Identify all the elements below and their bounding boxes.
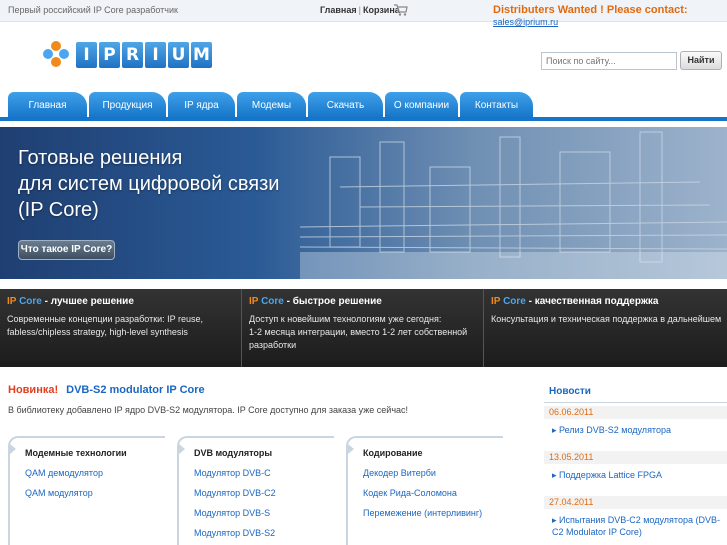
logo-flower-icon xyxy=(43,41,69,67)
category-modem-tech: Модемные технологии QAM демодулятор QAM … xyxy=(8,436,165,545)
logo-letter: P xyxy=(99,42,120,68)
category-title: DVB модуляторы xyxy=(194,448,273,458)
feature-support: IP Core - качественная поддержка Консуль… xyxy=(483,289,727,367)
feature-title: IP Core - лучшее решение xyxy=(7,296,134,307)
hero-headline: Готовые решения для систем цифровой связ… xyxy=(18,145,279,223)
hero-line-1: Готовые решения xyxy=(18,147,183,169)
tab-about[interactable]: О компании xyxy=(385,92,458,118)
news-date: 27.04.2011 xyxy=(544,496,727,509)
logo-letter: I xyxy=(76,42,97,68)
feature-desc: Современные концепции разработки: IP reu… xyxy=(7,314,204,337)
sidebar-news-item[interactable]: Поддержка Lattice FPGA xyxy=(552,469,722,481)
logo-letter: M xyxy=(191,42,212,68)
news-description: В библиотеку добавлено IP ядро DVB-S2 мо… xyxy=(8,405,409,415)
category-link[interactable]: Кодек Рида-Соломона xyxy=(363,488,457,498)
logo-letter: I xyxy=(145,42,166,68)
category-link[interactable]: Перемежение (интерливинг) xyxy=(363,508,482,518)
sidebar-news-title[interactable]: Новости xyxy=(549,386,591,397)
top-links: Главная | Корзина xyxy=(320,5,400,15)
new-label: Новинка! xyxy=(8,384,59,396)
news-date: 06.06.2011 xyxy=(544,406,727,419)
hero-line-3: (IP Core) xyxy=(18,199,99,221)
feature-best: IP Core - лучшее решение Современные кон… xyxy=(0,289,241,367)
feature-desc: Доступ к новейшим технологиям уже сегодн… xyxy=(249,314,468,350)
news-date: 13.05.2011 xyxy=(544,451,727,464)
tab-products[interactable]: Продукция xyxy=(89,92,166,118)
tab-modems[interactable]: Модемы xyxy=(237,92,306,118)
nav-underline xyxy=(0,117,727,121)
feature-desc: Консультация и техническая поддержка в д… xyxy=(491,314,722,324)
tab-contacts[interactable]: Контакты xyxy=(460,92,533,118)
sidebar-news-item[interactable]: Испытания DVB-C2 модулятора (DVB-C2 Modu… xyxy=(552,514,722,538)
top-bar: Первый российский IP Core разработчик Гл… xyxy=(0,0,727,27)
feature-title: IP Core - качественная поддержка xyxy=(491,296,659,307)
email-link[interactable]: sales@iprium.ru xyxy=(493,17,558,27)
tagline: Первый российский IP Core разработчик xyxy=(8,5,178,15)
main-nav: Главная Продукция IP ядра Модемы Скачать… xyxy=(8,92,533,118)
category-link[interactable]: Декодер Витерби xyxy=(363,468,436,478)
link-separator: | xyxy=(358,5,361,15)
category-link[interactable]: Модулятор DVB-S2 xyxy=(194,528,275,538)
search-button[interactable]: Найти xyxy=(680,51,722,70)
news-headline: Новинка! DVB-S2 modulator IP Core xyxy=(8,384,205,396)
divider xyxy=(544,402,727,403)
category-link[interactable]: QAM демодулятор xyxy=(25,468,103,478)
logo-wordmark: I P R I U M xyxy=(76,42,212,68)
search-input[interactable] xyxy=(541,52,677,70)
category-coding: Кодирование Декодер Витерби Кодек Рида-С… xyxy=(346,436,503,545)
tab-download[interactable]: Скачать xyxy=(308,92,383,118)
news-link[interactable]: DVB-S2 modulator IP Core xyxy=(66,384,205,396)
tab-home[interactable]: Главная xyxy=(8,92,87,118)
distributors-text: Distributers Wanted ! Please contact: xyxy=(493,4,688,16)
arrow-icon xyxy=(179,444,185,454)
hero-banner: Готовые решения для систем цифровой связ… xyxy=(0,127,727,279)
cart-icon[interactable] xyxy=(394,4,408,16)
distributors-notice: Distributers Wanted ! Please contact: sa… xyxy=(493,4,727,28)
category-link[interactable]: Модулятор DVB-C xyxy=(194,468,271,478)
category-dvb-modulators: DVB модуляторы Модулятор DVB-C Модулятор… xyxy=(177,436,334,545)
category-title: Кодирование xyxy=(363,448,423,458)
feature-fast: IP Core - быстрое решение Доступ к новей… xyxy=(241,289,483,367)
tab-ip-cores[interactable]: IP ядра xyxy=(168,92,235,118)
arrow-icon xyxy=(10,444,16,454)
what-is-ip-core-button[interactable]: Что такое IP Core? xyxy=(18,240,115,260)
hero-line-2: для систем цифровой связи xyxy=(18,173,280,195)
logo-letter: U xyxy=(168,42,189,68)
category-link[interactable]: Модулятор DVB-S xyxy=(194,508,270,518)
arrow-icon xyxy=(348,444,354,454)
feature-title: IP Core - быстрое решение xyxy=(249,296,382,307)
category-link[interactable]: QAM модулятор xyxy=(25,488,93,498)
sidebar-news-item[interactable]: Релиз DVB-S2 модулятора xyxy=(552,424,722,436)
category-title: Модемные технологии xyxy=(25,448,127,458)
features-strip: IP Core - лучшее решение Современные кон… xyxy=(0,289,727,367)
home-link[interactable]: Главная xyxy=(320,5,357,15)
category-link[interactable]: Модулятор DVB-C2 xyxy=(194,488,276,498)
logo-letter: R xyxy=(122,42,143,68)
